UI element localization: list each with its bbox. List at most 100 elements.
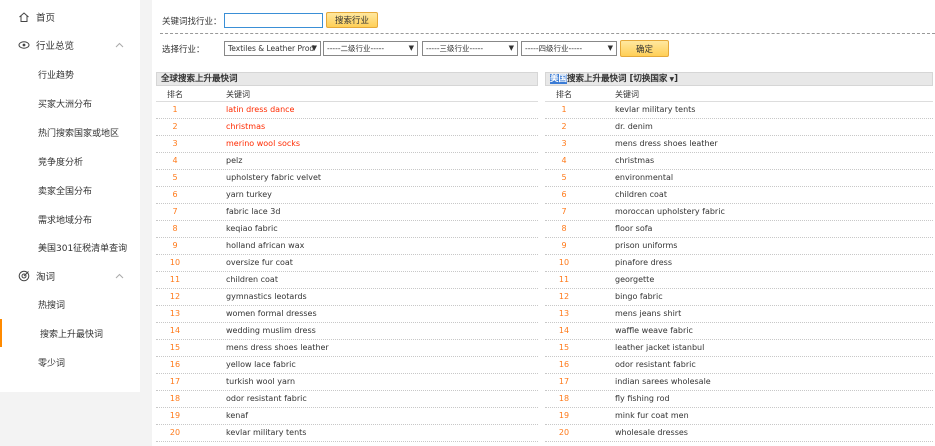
keyword-link[interactable]: moroccan upholstery fabric	[615, 207, 725, 216]
keyword-link[interactable]: environmental	[615, 173, 673, 182]
keyword-link[interactable]: floor sofa	[615, 224, 652, 233]
nav-us-301[interactable]: 美国301征税清单查询	[0, 233, 140, 261]
keyword-link[interactable]: pinafore dress	[615, 258, 672, 267]
nav-demand-region[interactable]: 需求地域分布	[0, 205, 140, 233]
nav-home[interactable]: 首页	[0, 3, 140, 31]
keyword-link[interactable]: merino wool socks	[226, 139, 300, 148]
nav-hot-search[interactable]: 热搜词	[0, 290, 140, 318]
table-row[interactable]: 1 latin dress dance	[156, 102, 538, 119]
table-row[interactable]: 4 pelz	[156, 153, 538, 170]
nav-industry-overview[interactable]: 行业总览	[0, 31, 140, 59]
nav-zero-few[interactable]: 零少词	[0, 348, 140, 376]
table-row[interactable]: 6 yarn turkey	[156, 187, 538, 204]
keyword-link[interactable]: fly fishing rod	[615, 394, 670, 403]
chevron-up-icon[interactable]	[115, 272, 124, 282]
table-row[interactable]: 6 children coat	[545, 187, 933, 204]
table-row[interactable]: 13 mens jeans shirt	[545, 306, 933, 323]
table-row[interactable]: 17 indian sarees wholesale	[545, 374, 933, 391]
table-row[interactable]: 12 bingo fabric	[545, 289, 933, 306]
table-row[interactable]: 20 kevlar military tents	[156, 425, 538, 442]
table-row[interactable]: 11 georgette	[545, 272, 933, 289]
table-row[interactable]: 20 wholesale dresses	[545, 425, 933, 442]
table-row[interactable]: 14 wedding muslim dress	[156, 323, 538, 340]
table-row[interactable]: 11 children coat	[156, 272, 538, 289]
table-row[interactable]: 9 prison uniforms	[545, 238, 933, 255]
keyword-link[interactable]: georgette	[615, 275, 654, 284]
table-row[interactable]: 16 yellow lace fabric	[156, 357, 538, 374]
nav-seller-distribution[interactable]: 卖家全国分布	[0, 176, 140, 204]
table-row[interactable]: 3 mens dress shoes leather	[545, 136, 933, 153]
keyword-link[interactable]: bingo fabric	[615, 292, 663, 301]
nav-hot-countries[interactable]: 热门搜索国家或地区	[0, 118, 140, 146]
keyword-link[interactable]: prison uniforms	[615, 241, 677, 250]
keyword-link[interactable]: women formal dresses	[226, 309, 317, 318]
nav-rising-keywords[interactable]: 搜索上升最快词	[0, 319, 140, 347]
search-industry-button[interactable]: 搜索行业	[326, 12, 378, 28]
table-row[interactable]: 19 kenaf	[156, 408, 538, 425]
table-row[interactable]: 10 pinafore dress	[545, 255, 933, 272]
keyword-link[interactable]: odor resistant fabric	[615, 360, 696, 369]
keyword-search-input[interactable]	[224, 13, 323, 28]
table-row[interactable]: 8 keqiao fabric	[156, 221, 538, 238]
keyword-link[interactable]: christmas	[615, 156, 654, 165]
industry-level3-select[interactable]: -----三级行业----- ▼	[422, 41, 518, 56]
keyword-link[interactable]: holland african wax	[226, 241, 304, 250]
keyword-link[interactable]: kevlar military tents	[615, 105, 695, 114]
table-row[interactable]: 18 fly fishing rod	[545, 391, 933, 408]
table-row[interactable]: 5 upholstery fabric velvet	[156, 170, 538, 187]
keyword-link[interactable]: oversize fur coat	[226, 258, 293, 267]
chevron-up-icon[interactable]	[115, 41, 124, 51]
table-row[interactable]: 2 dr. denim	[545, 119, 933, 136]
table-row[interactable]: 8 floor sofa	[545, 221, 933, 238]
table-row[interactable]: 1 kevlar military tents	[545, 102, 933, 119]
keyword-link[interactable]: wedding muslim dress	[226, 326, 316, 335]
table-row[interactable]: 3 merino wool socks	[156, 136, 538, 153]
keyword-link[interactable]: mens dress shoes leather	[615, 139, 718, 148]
table-row[interactable]: 7 moroccan upholstery fabric	[545, 204, 933, 221]
table-row[interactable]: 12 gymnastics leotards	[156, 289, 538, 306]
keyword-link[interactable]: turkish wool yarn	[226, 377, 295, 386]
table-row[interactable]: 14 waffle weave fabric	[545, 323, 933, 340]
keyword-link[interactable]: mens jeans shirt	[615, 309, 681, 318]
keyword-link[interactable]: wholesale dresses	[615, 428, 688, 437]
table-row[interactable]: 10 oversize fur coat	[156, 255, 538, 272]
keyword-link[interactable]: pelz	[226, 156, 242, 165]
keyword-link[interactable]: leather jacket istanbul	[615, 343, 704, 352]
keyword-link[interactable]: mink fur coat men	[615, 411, 689, 420]
keyword-link[interactable]: keqiao fabric	[226, 224, 278, 233]
keyword-link[interactable]: yellow lace fabric	[226, 360, 296, 369]
keyword-link[interactable]: indian sarees wholesale	[615, 377, 711, 386]
keyword-link[interactable]: fabric lace 3d	[226, 207, 280, 216]
keyword-link[interactable]: upholstery fabric velvet	[226, 173, 321, 182]
nav-keywords[interactable]: 淘词	[0, 262, 140, 290]
industry-level2-select[interactable]: -----二级行业----- ▼	[323, 41, 418, 56]
keyword-link[interactable]: dr. denim	[615, 122, 653, 131]
keyword-link[interactable]: yarn turkey	[226, 190, 272, 199]
table-row[interactable]: 19 mink fur coat men	[545, 408, 933, 425]
table-row[interactable]: 2 christmas	[156, 119, 538, 136]
nav-industry-trend[interactable]: 行业趋势	[0, 60, 140, 88]
keyword-link[interactable]: mens dress shoes leather	[226, 343, 329, 352]
table-row[interactable]: 5 environmental	[545, 170, 933, 187]
table-row[interactable]: 16 odor resistant fabric	[545, 357, 933, 374]
table-row[interactable]: 13 women formal dresses	[156, 306, 538, 323]
keyword-link[interactable]: odor resistant fabric	[226, 394, 307, 403]
keyword-link[interactable]: latin dress dance	[226, 105, 294, 114]
table-row[interactable]: 18 odor resistant fabric	[156, 391, 538, 408]
nav-competition[interactable]: 竞争度分析	[0, 147, 140, 175]
industry-level1-select[interactable]: Textiles & Leather Prod ▼	[224, 41, 321, 56]
keyword-link[interactable]: kenaf	[226, 411, 248, 420]
switch-country-link[interactable]: [切换国家 ▼]	[630, 74, 678, 84]
table-row[interactable]: 15 leather jacket istanbul	[545, 340, 933, 357]
table-row[interactable]: 15 mens dress shoes leather	[156, 340, 538, 357]
nav-buyer-continent[interactable]: 买家大洲分布	[0, 89, 140, 117]
table-row[interactable]: 4 christmas	[545, 153, 933, 170]
table-row[interactable]: 7 fabric lace 3d	[156, 204, 538, 221]
keyword-link[interactable]: waffle weave fabric	[615, 326, 693, 335]
table-row[interactable]: 17 turkish wool yarn	[156, 374, 538, 391]
keyword-link[interactable]: children coat	[226, 275, 278, 284]
keyword-link[interactable]: christmas	[226, 122, 265, 131]
table-row[interactable]: 9 holland african wax	[156, 238, 538, 255]
confirm-button[interactable]: 确定	[620, 40, 669, 57]
keyword-link[interactable]: kevlar military tents	[226, 428, 306, 437]
